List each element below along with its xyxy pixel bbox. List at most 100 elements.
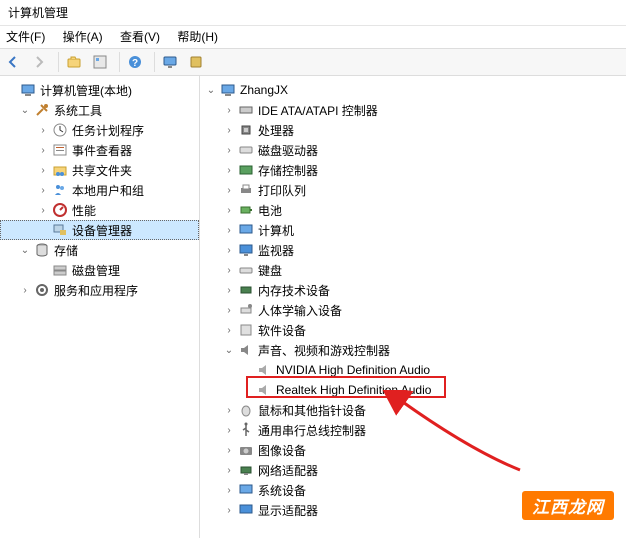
- menu-help[interactable]: 帮助(H): [177, 30, 218, 44]
- window-title: 计算机管理: [8, 6, 68, 20]
- tree-label: 显示适配器: [258, 502, 318, 519]
- toolbar-properties-button[interactable]: [91, 51, 113, 73]
- expander-icon[interactable]: ›: [222, 483, 236, 497]
- toolbar-action2-button[interactable]: [187, 51, 209, 73]
- expander-icon[interactable]: ›: [222, 163, 236, 177]
- tree-label: 事件查看器: [72, 142, 132, 159]
- expander-icon[interactable]: ⌄: [222, 343, 236, 357]
- tree-shared-folders[interactable]: › 共享文件夹: [0, 160, 199, 180]
- tree-performance[interactable]: › 性能: [0, 200, 199, 220]
- expander-icon[interactable]: ›: [222, 503, 236, 517]
- tree-label: 网络适配器: [258, 462, 318, 479]
- tree-disk-mgmt[interactable]: › 磁盘管理: [0, 260, 199, 280]
- expander-icon[interactable]: ›: [222, 423, 236, 437]
- device-diskdrive[interactable]: › 磁盘驱动器: [200, 140, 626, 160]
- device-nvidia-audio[interactable]: › NVIDIA High Definition Audio: [200, 360, 626, 380]
- expander-icon[interactable]: ›: [36, 163, 50, 177]
- tree-label: NVIDIA High Definition Audio: [276, 363, 430, 377]
- right-tree-pane: ⌄ ZhangJX › IDE ATA/ATAPI 控制器 › 处理器 › 磁盘…: [200, 76, 626, 538]
- device-mouse[interactable]: › 鼠标和其他指针设备: [200, 400, 626, 420]
- toolbar-separator: [119, 52, 120, 72]
- tree-services[interactable]: › 服务和应用程序: [0, 280, 199, 300]
- expander-icon[interactable]: ›: [222, 283, 236, 297]
- performance-icon: [52, 202, 68, 218]
- device-storage-ctrl[interactable]: › 存储控制器: [200, 160, 626, 180]
- menu-action[interactable]: 操作(A): [63, 30, 103, 44]
- device-hid[interactable]: › 人体学输入设备: [200, 300, 626, 320]
- usb-icon: [238, 422, 254, 438]
- expander-icon[interactable]: ›: [36, 123, 50, 137]
- expander-icon[interactable]: ⌄: [204, 83, 218, 97]
- shared-folder-icon: [52, 162, 68, 178]
- device-display[interactable]: › 显示适配器: [200, 500, 626, 520]
- expander-icon[interactable]: ⌄: [18, 103, 32, 117]
- expander-icon[interactable]: ›: [222, 443, 236, 457]
- toolbar-forward-button[interactable]: [30, 51, 52, 73]
- tree-label: 图像设备: [258, 442, 306, 459]
- expander-icon[interactable]: ›: [222, 463, 236, 477]
- software-icon: [238, 322, 254, 338]
- tree-label: 存储控制器: [258, 162, 318, 179]
- device-realtek-audio[interactable]: › Realtek High Definition Audio: [200, 380, 626, 400]
- toolbar: ?: [0, 48, 626, 76]
- speaker-icon: [238, 342, 254, 358]
- toolbar-back-button[interactable]: [4, 51, 26, 73]
- device-software[interactable]: › 软件设备: [200, 320, 626, 340]
- device-print-queue[interactable]: › 打印队列: [200, 180, 626, 200]
- device-cpu[interactable]: › 处理器: [200, 120, 626, 140]
- device-sound-category[interactable]: ⌄ 声音、视频和游戏控制器: [200, 340, 626, 360]
- tree-storage[interactable]: ⌄ 存储: [0, 240, 199, 260]
- device-system[interactable]: › 系统设备: [200, 480, 626, 500]
- tree-label: 软件设备: [258, 322, 306, 339]
- device-memory[interactable]: › 内存技术设备: [200, 280, 626, 300]
- device-computer[interactable]: › 计算机: [200, 220, 626, 240]
- tree-label: 通用串行总线控制器: [258, 422, 366, 439]
- expander-icon[interactable]: ⌄: [18, 243, 32, 257]
- device-keyboard[interactable]: › 键盘: [200, 260, 626, 280]
- device-usb[interactable]: › 通用串行总线控制器: [200, 420, 626, 440]
- expander-icon[interactable]: ›: [222, 203, 236, 217]
- menu-view[interactable]: 查看(V): [120, 30, 160, 44]
- tree-task-scheduler[interactable]: › 任务计划程序: [0, 120, 199, 140]
- tree-device-manager[interactable]: › 设备管理器: [0, 220, 199, 240]
- expander-icon[interactable]: ›: [222, 103, 236, 117]
- window-titlebar: 计算机管理: [0, 0, 626, 26]
- arrow-right-icon: [31, 54, 47, 70]
- tree-label: 磁盘管理: [72, 262, 120, 279]
- expander-icon[interactable]: ›: [222, 123, 236, 137]
- expander-icon[interactable]: ›: [222, 183, 236, 197]
- expander-icon[interactable]: ›: [36, 183, 50, 197]
- toolbar-action1-button[interactable]: [161, 51, 183, 73]
- menu-file[interactable]: 文件(F): [6, 30, 45, 44]
- tools-icon: [34, 102, 50, 118]
- expander-icon[interactable]: ›: [36, 203, 50, 217]
- expander-icon[interactable]: ›: [222, 403, 236, 417]
- tree-local-users[interactable]: › 本地用户和组: [0, 180, 199, 200]
- toolbar-help-button[interactable]: ?: [126, 51, 148, 73]
- tree-label: 磁盘驱动器: [258, 142, 318, 159]
- tree-label: ZhangJX: [240, 83, 288, 97]
- device-monitor[interactable]: › 监视器: [200, 240, 626, 260]
- tree-root-computer-mgmt[interactable]: ▸ 计算机管理(本地): [0, 80, 199, 100]
- device-tree-root[interactable]: ⌄ ZhangJX: [200, 80, 626, 100]
- device-battery[interactable]: › 电池: [200, 200, 626, 220]
- device-network[interactable]: › 网络适配器: [200, 460, 626, 480]
- expander-icon[interactable]: ›: [222, 303, 236, 317]
- tree-label: 计算机: [258, 222, 294, 239]
- content-panes: ▸ 计算机管理(本地) ⌄ 系统工具 › 任务计划程序 › 事件查: [0, 76, 626, 538]
- expander-icon[interactable]: ›: [222, 263, 236, 277]
- tree-system-tools[interactable]: ⌄ 系统工具: [0, 100, 199, 120]
- expander-icon[interactable]: ›: [222, 323, 236, 337]
- toolbar-separator: [154, 52, 155, 72]
- tree-event-viewer[interactable]: › 事件查看器: [0, 140, 199, 160]
- tree-label: 服务和应用程序: [54, 282, 138, 299]
- expander-icon[interactable]: ›: [222, 143, 236, 157]
- expander-icon[interactable]: ›: [36, 143, 50, 157]
- toolbar-up-button[interactable]: [65, 51, 87, 73]
- tree-label: 内存技术设备: [258, 282, 330, 299]
- device-imaging[interactable]: › 图像设备: [200, 440, 626, 460]
- expander-icon[interactable]: ›: [222, 223, 236, 237]
- expander-icon[interactable]: ›: [222, 243, 236, 257]
- expander-icon[interactable]: ›: [18, 283, 32, 297]
- device-ide[interactable]: › IDE ATA/ATAPI 控制器: [200, 100, 626, 120]
